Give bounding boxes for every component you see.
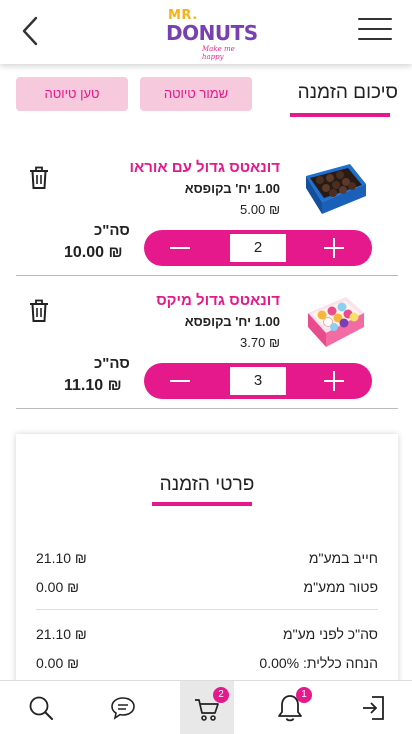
summary-row-label: סה"כ לפני מע"מ [283, 626, 378, 642]
chevron-left-icon [22, 16, 38, 46]
item-total-label: סה"כ [94, 355, 130, 372]
nav-messages[interactable] [82, 681, 164, 734]
logo-text-main: DONUTS [166, 21, 258, 45]
units-per-box: 1.00 יח' בקופסא [184, 181, 280, 196]
delete-item-button[interactable] [28, 166, 50, 190]
summary-divider [36, 609, 378, 610]
decrease-quantity-button[interactable] [144, 230, 214, 266]
summary-row: סה"כ לפני מע"מ ₪ 21.10 [36, 626, 378, 648]
summary-row: הנחה כללית: 0.00% ₪ 0.00 [36, 655, 378, 677]
summary-row-label: פטור ממע"מ [303, 579, 378, 595]
increase-quantity-button[interactable] [302, 363, 372, 399]
product-image [300, 158, 368, 218]
summary-row-value: ₪ 0.00 [36, 655, 80, 671]
summary-row-value: ₪ 21.10 [36, 550, 87, 566]
logo-tagline: Make me happy [202, 45, 235, 61]
notifications-count-badge: 1 [296, 687, 312, 703]
bottom-navigation: 2 1 [0, 680, 412, 734]
chat-bubble-icon [111, 697, 135, 720]
summary-row-label: חייב במע"מ [308, 550, 378, 566]
brand-logo[interactable]: MR. DONUTS Make me happy [162, 6, 258, 61]
summary-row-value: ₪ 21.10 [36, 626, 87, 642]
quantity-stepper [144, 363, 372, 399]
cart-item: דונאטס גדול מיקס 1.00 יח' בקופסא ₪ 3.70 … [16, 277, 398, 409]
decrease-quantity-button[interactable] [144, 363, 214, 399]
cart-item: דונאטס גדול עם אוראו 1.00 יח' בקופסא ₪ 5… [16, 144, 398, 276]
minus-icon [170, 380, 190, 382]
load-draft-button[interactable]: טען טיוטה [16, 77, 128, 111]
unit-price: ₪ 5.00 [240, 202, 280, 217]
product-image [300, 291, 368, 351]
nav-notifications[interactable]: 1 [250, 681, 332, 734]
quantity-input[interactable] [230, 234, 286, 262]
nav-search[interactable] [0, 681, 82, 734]
increase-quantity-button[interactable] [302, 230, 372, 266]
save-draft-button[interactable]: שמור טיוטה [140, 77, 252, 111]
title-row: סיכום הזמנה שמור טיוטה טען טיוטה [16, 76, 398, 118]
minus-icon [170, 247, 190, 249]
summary-title: פרטי הזמנה [159, 474, 255, 495]
item-total-label: סה"כ [94, 222, 130, 239]
summary-row: חייב במע"מ ₪ 21.10 [36, 550, 378, 572]
trash-icon [30, 166, 48, 189]
nav-cart[interactable]: 2 [180, 681, 234, 734]
item-total-value: ₪ 10.00 [64, 244, 123, 261]
unit-price: ₪ 3.70 [240, 335, 280, 350]
trash-icon [30, 299, 48, 322]
units-per-box: 1.00 יח' בקופסא [184, 314, 280, 329]
search-icon [29, 696, 53, 720]
quantity-stepper [144, 230, 372, 266]
summary-row: פטור ממע"מ ₪ 0.00 [36, 579, 378, 601]
cart-count-badge: 2 [213, 687, 229, 703]
title-underline [290, 113, 390, 117]
summary-title-underline [152, 502, 252, 506]
hamburger-menu-button[interactable] [358, 18, 392, 44]
product-name: דונאטס גדול מיקס [156, 292, 280, 309]
delete-item-button[interactable] [28, 299, 50, 323]
item-total-value: ₪ 11.10 [64, 377, 122, 394]
page-title: סיכום הזמנה [297, 82, 398, 103]
app-header: MR. DONUTS Make me happy [0, 0, 412, 64]
back-button[interactable] [18, 14, 46, 48]
nav-logout[interactable] [332, 681, 412, 734]
summary-row-label: הנחה כללית: 0.00% [259, 655, 378, 671]
logout-icon [363, 696, 384, 720]
product-name: דונאטס גדול עם אוראו [129, 159, 280, 176]
summary-row-value: ₪ 0.00 [36, 579, 80, 595]
hamburger-icon [358, 18, 392, 40]
quantity-input[interactable] [230, 367, 286, 395]
